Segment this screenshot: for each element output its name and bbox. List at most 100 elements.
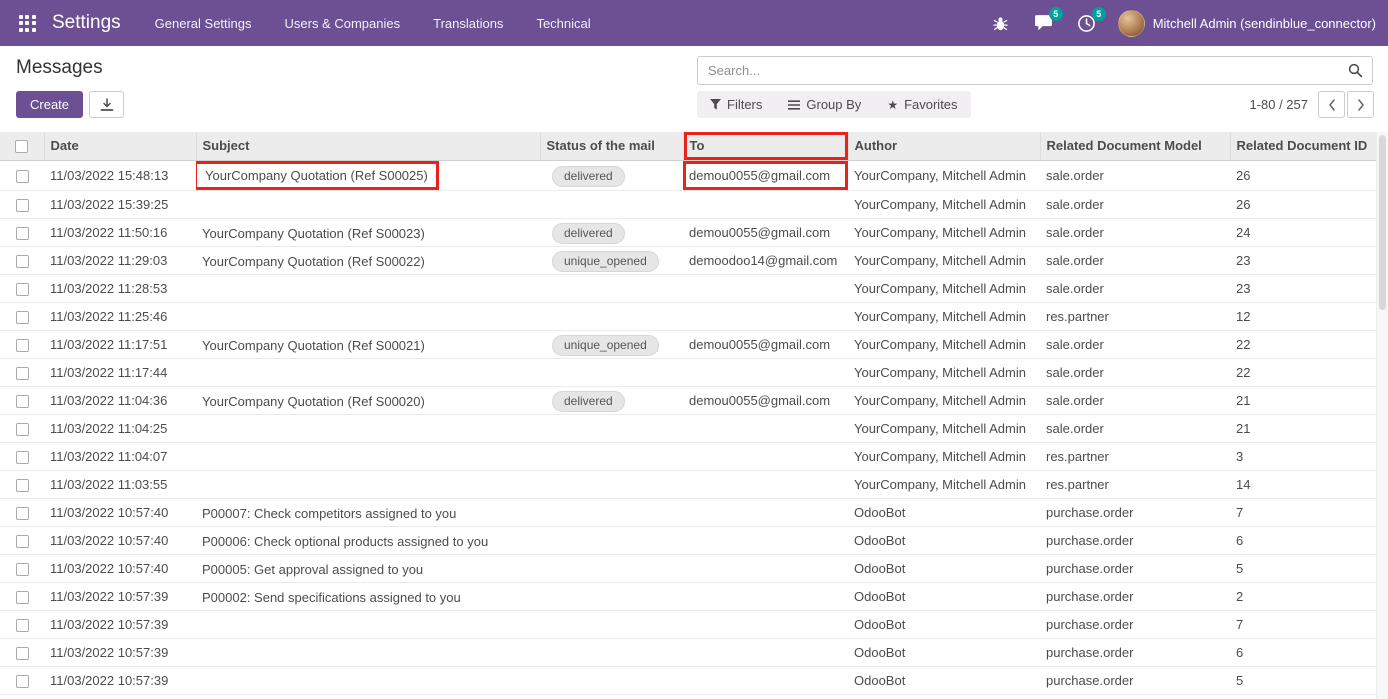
activities-badge: 5 [1092, 7, 1106, 21]
row-checkbox[interactable] [16, 451, 29, 464]
row-checkbox[interactable] [16, 479, 29, 492]
row-checkbox[interactable] [16, 591, 29, 604]
row-select-cell [0, 160, 44, 190]
table-row[interactable]: 11/03/2022 11:03:55YourCompany, Mitchell… [0, 470, 1376, 498]
menu-general-settings[interactable]: General Settings [155, 16, 252, 31]
favorites-button[interactable]: ★ Favorites [874, 91, 970, 118]
search-input[interactable] [698, 63, 1348, 78]
row-select-cell [0, 386, 44, 414]
table-row[interactable]: 11/03/2022 10:57:39OdooBotpurchase.order… [0, 694, 1376, 699]
row-checkbox[interactable] [16, 367, 29, 380]
cell-to: demou0055@gmail.com [683, 218, 848, 246]
apps-menu-button[interactable] [16, 12, 38, 34]
select-all-checkbox[interactable] [15, 140, 28, 153]
table-row[interactable]: 11/03/2022 10:57:39P00002: Send specific… [0, 582, 1376, 610]
table-row[interactable]: 11/03/2022 11:28:53YourCompany, Mitchell… [0, 274, 1376, 302]
cell-date: 11/03/2022 11:50:16 [44, 218, 196, 246]
row-checkbox[interactable] [16, 311, 29, 324]
row-checkbox[interactable] [16, 535, 29, 548]
debug-mode-button[interactable] [989, 11, 1013, 35]
column-header-author[interactable]: Author [848, 132, 1040, 160]
table-row[interactable]: 11/03/2022 11:04:07YourCompany, Mitchell… [0, 442, 1376, 470]
table-row[interactable]: 11/03/2022 10:57:39OdooBotpurchase.order… [0, 666, 1376, 694]
row-checkbox[interactable] [16, 339, 29, 352]
table-row[interactable]: 11/03/2022 11:17:51YourCompany Quotation… [0, 330, 1376, 358]
cell-subject: YourCompany Quotation (Ref S00021) [196, 330, 540, 358]
subject-text: YourCompany Quotation (Ref S00020) [202, 393, 425, 410]
cell-author: YourCompany, Mitchell Admin [848, 330, 1040, 358]
cell-author: YourCompany, Mitchell Admin [848, 358, 1040, 386]
group-by-button[interactable]: Group By [775, 91, 874, 118]
subject-text: YourCompany Quotation (Ref S00021) [202, 337, 425, 354]
pager-next-button[interactable] [1347, 91, 1374, 118]
table-row[interactable]: 11/03/2022 10:57:40P00007: Check competi… [0, 498, 1376, 526]
cell-subject [196, 358, 540, 386]
column-header-doc-id[interactable]: Related Document ID [1230, 132, 1376, 160]
search-submit[interactable] [1348, 63, 1363, 78]
create-button[interactable]: Create [16, 91, 83, 118]
cell-doc-id: 22 [1230, 330, 1376, 358]
table-row[interactable]: 11/03/2022 10:57:39OdooBotpurchase.order… [0, 610, 1376, 638]
table-row[interactable]: 11/03/2022 15:39:25YourCompany, Mitchell… [0, 190, 1376, 218]
cell-subject [196, 610, 540, 638]
scrollbar-thumb[interactable] [1379, 135, 1386, 310]
row-checkbox[interactable] [16, 255, 29, 268]
column-header-to[interactable]: To [683, 132, 848, 160]
app-title[interactable]: Settings [52, 12, 121, 34]
table-row[interactable]: 11/03/2022 11:50:16YourCompany Quotation… [0, 218, 1376, 246]
row-checkbox[interactable] [16, 395, 29, 408]
cell-status [540, 442, 683, 470]
column-header-status[interactable]: Status of the mail [540, 132, 683, 160]
cell-date: 11/03/2022 11:04:36 [44, 386, 196, 414]
row-checkbox[interactable] [16, 423, 29, 436]
messages-button[interactable]: 5 [1032, 11, 1056, 35]
cell-author: YourCompany, Mitchell Admin [848, 470, 1040, 498]
cell-to [683, 414, 848, 442]
cell-to [683, 610, 848, 638]
column-header-model[interactable]: Related Document Model [1040, 132, 1230, 160]
row-checkbox[interactable] [16, 283, 29, 296]
row-checkbox[interactable] [16, 675, 29, 688]
table-row[interactable]: 11/03/2022 11:04:25YourCompany, Mitchell… [0, 414, 1376, 442]
row-checkbox[interactable] [16, 647, 29, 660]
row-checkbox[interactable] [16, 170, 29, 183]
cell-model: sale.order [1040, 218, 1230, 246]
menu-technical[interactable]: Technical [536, 16, 590, 31]
user-avatar [1118, 10, 1145, 37]
table-row[interactable]: 11/03/2022 10:57:39OdooBotpurchase.order… [0, 638, 1376, 666]
table-row[interactable]: 11/03/2022 11:17:44YourCompany, Mitchell… [0, 358, 1376, 386]
table-body: 11/03/2022 15:48:13YourCompany Quotation… [0, 160, 1376, 699]
table-row[interactable]: 11/03/2022 11:04:36 YourCompany Quotation… [0, 386, 1376, 414]
filters-button[interactable]: Filters [697, 91, 775, 118]
table-row[interactable]: 11/03/2022 15:48:13YourCompany Quotation… [0, 160, 1376, 190]
cell-doc-id: 12 [1230, 302, 1376, 330]
cell-doc-id: 2 [1230, 694, 1376, 699]
table-row[interactable]: 11/03/2022 10:57:40P00005: Get approval … [0, 554, 1376, 582]
table-row[interactable]: 11/03/2022 11:25:46YourCompany, Mitchell… [0, 302, 1376, 330]
cell-to [683, 302, 848, 330]
row-select-cell [0, 302, 44, 330]
table-header: Date Subject Status of the mail To Autho… [0, 132, 1376, 160]
row-checkbox[interactable] [16, 199, 29, 212]
cell-doc-id: 3 [1230, 442, 1376, 470]
cell-doc-id: 21 [1230, 414, 1376, 442]
row-checkbox[interactable] [16, 619, 29, 632]
vertical-scrollbar[interactable] [1376, 132, 1388, 699]
pager-previous-button[interactable] [1318, 91, 1345, 118]
column-header-date[interactable]: Date [44, 132, 196, 160]
activities-button[interactable]: 5 [1075, 11, 1099, 35]
row-checkbox[interactable] [16, 227, 29, 240]
menu-translations[interactable]: Translations [433, 16, 503, 31]
cell-status [540, 526, 683, 554]
row-checkbox[interactable] [16, 563, 29, 576]
cell-status: unique_opened [540, 246, 683, 274]
user-menu[interactable]: Mitchell Admin (sendinblue_connector) [1118, 10, 1376, 37]
column-header-subject[interactable]: Subject [196, 132, 540, 160]
menu-users-companies[interactable]: Users & Companies [285, 16, 401, 31]
table-row[interactable]: 11/03/2022 11:29:03YourCompany Quotation… [0, 246, 1376, 274]
subject-text: P00005: Get approval assigned to you [202, 561, 423, 578]
export-button[interactable] [89, 91, 124, 118]
cell-to: demou0055@gmail.com [683, 330, 848, 358]
table-row[interactable]: 11/03/2022 10:57:40P00006: Check optiona… [0, 526, 1376, 554]
row-checkbox[interactable] [16, 507, 29, 520]
